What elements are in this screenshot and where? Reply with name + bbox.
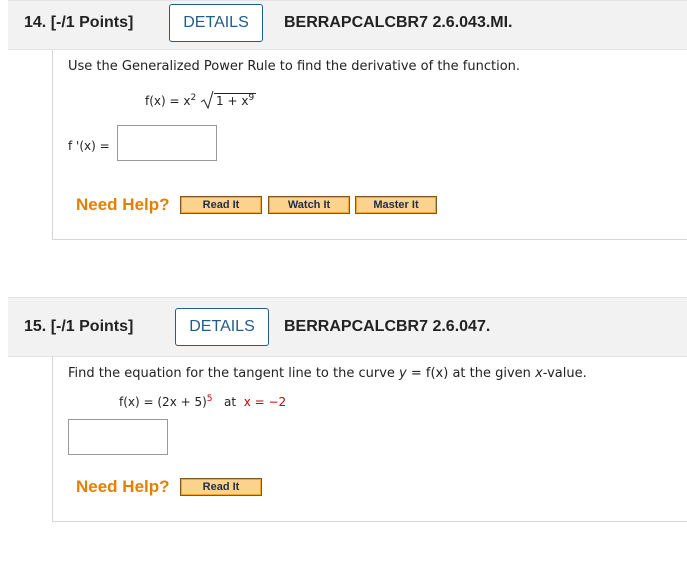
question-15-prompt: Find the equation for the tangent line t… (68, 366, 587, 381)
square-root: 1 + x9 (200, 90, 257, 110)
x-value: x = −2 (243, 395, 287, 409)
question-14-prompt: Use the Generalized Power Rule to find t… (68, 59, 521, 74)
question-14-answer-label: f '(x) = (68, 139, 110, 153)
function-lhs: f(x) = (2x + 5) (119, 395, 207, 409)
question-15-function: f(x) = (2x + 5)5 at x = −2 (119, 394, 286, 409)
question-14-function: f(x) = x2 1 + x9 (145, 90, 257, 110)
question-15-header: 15. [-/1 Points] DETAILS BERRAPCALCBR7 2… (8, 297, 687, 357)
question-14-need-help: Need Help? (76, 195, 170, 214)
question-14-code: BERRAPCALCBR7 2.6.043.MI. (284, 14, 513, 31)
question-15-answer-input[interactable] (68, 419, 168, 455)
question-15-body: Find the equation for the tangent line t… (52, 356, 687, 522)
radical-sign-icon (200, 90, 214, 110)
function-exponent: 2 (190, 93, 197, 103)
question-14-read-it-button[interactable]: Read It (180, 196, 262, 214)
question-15-points: 15. [-/1 Points] (24, 318, 134, 335)
function-lhs: f(x) = x (145, 94, 191, 108)
question-14-details-button[interactable]: DETAILS (169, 4, 263, 42)
question-15-need-help: Need Help? (76, 477, 170, 496)
question-15-details-button[interactable]: DETAILS (175, 308, 269, 346)
question-15-code: BERRAPCALCBR7 2.6.047. (284, 318, 491, 335)
question-14-header: 14. [-/1 Points] DETAILS BERRAPCALCBR7 2… (8, 0, 687, 50)
function-exponent: 5 (206, 394, 213, 404)
radicand-base: 1 + x (216, 94, 249, 108)
question-15-read-it-button[interactable]: Read It (180, 478, 262, 496)
question-14-points: 14. [-/1 Points] (24, 14, 134, 31)
radicand-exponent: 9 (248, 93, 255, 103)
question-14-watch-it-button[interactable]: Watch It (268, 196, 350, 214)
at-text: at (223, 395, 237, 409)
question-14-master-it-button[interactable]: Master It (355, 196, 437, 214)
question-14-body: Use the Generalized Power Rule to find t… (52, 50, 687, 240)
question-14-answer-input[interactable] (117, 125, 217, 161)
